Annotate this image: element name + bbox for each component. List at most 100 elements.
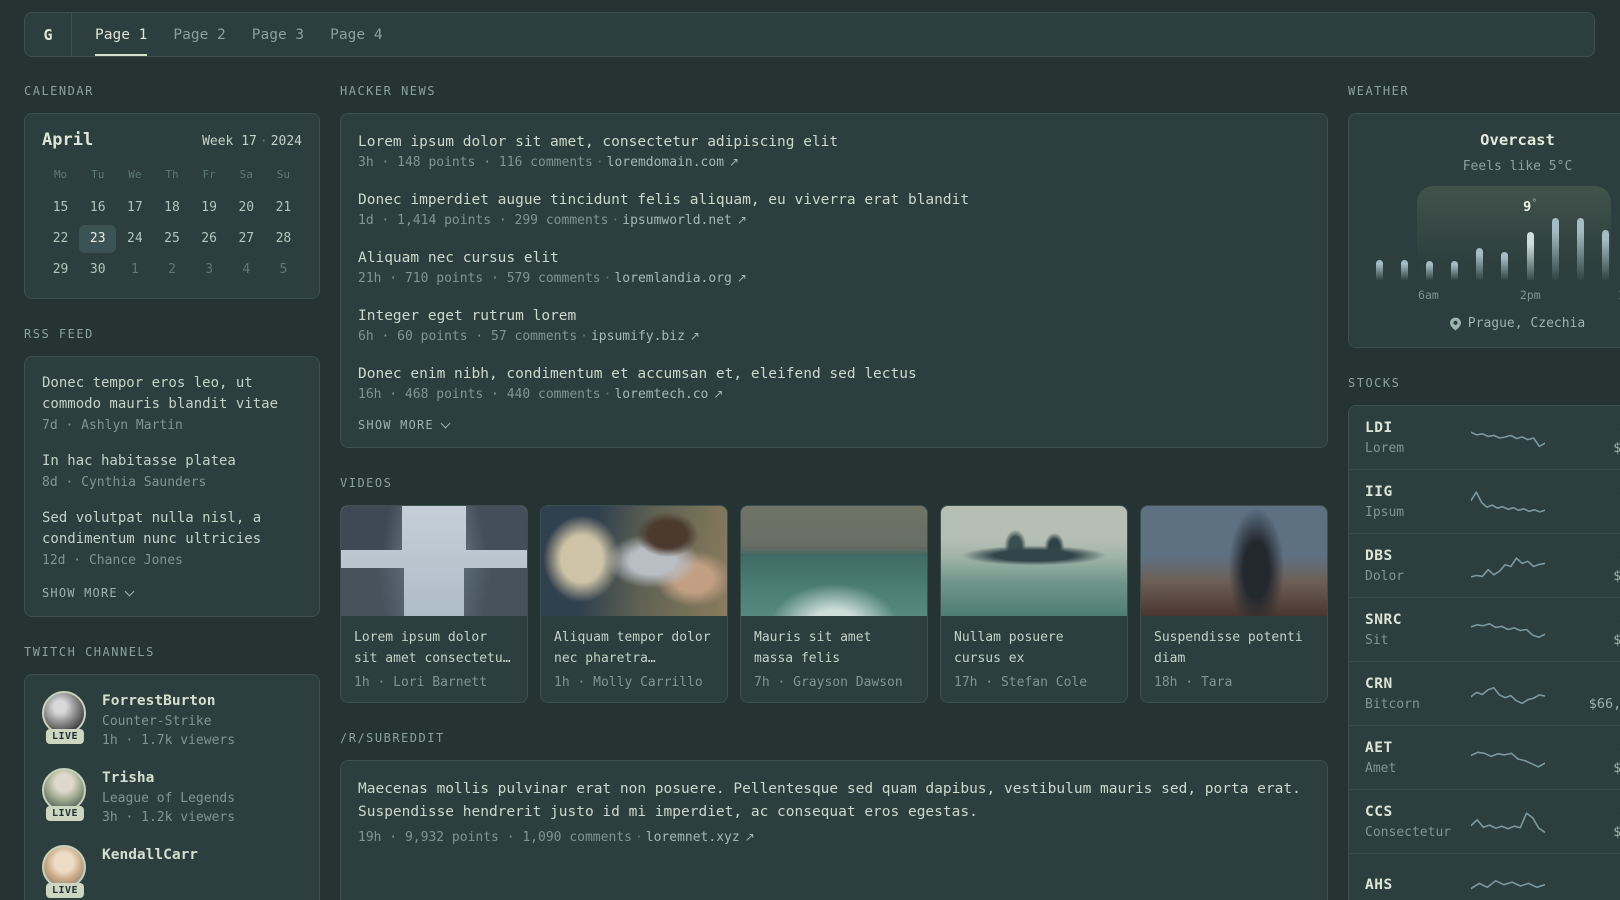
rss-item[interactable]: In hac habitasse platea 8d · Cynthia Sau… bbox=[42, 451, 302, 492]
hn-story[interactable]: Donec enim nibh, condimentum et accumsan… bbox=[358, 363, 1310, 404]
calendar-day: 1 bbox=[130, 262, 139, 277]
video-title[interactable]: Aliquam tempor dolor nec pharetra… bbox=[554, 627, 714, 669]
video-body: Aliquam tempor dolor nec pharetra… 1h · … bbox=[541, 616, 727, 702]
show-more-button[interactable]: SHOW MORE bbox=[358, 418, 1310, 432]
hn-story-domain[interactable]: ipsumify.biz bbox=[591, 329, 685, 344]
stock-row[interactable]: SNRC Sit +1.36% $148.64 bbox=[1349, 598, 1620, 662]
stock-values: +4.35% $795.18 bbox=[1613, 418, 1620, 458]
stock-id: SNRC Sit bbox=[1365, 610, 1463, 650]
show-more-label: SHOW MORE bbox=[42, 586, 118, 600]
reddit-post-meta: 19h · 9,932 points · 1,090 comments · lore… bbox=[358, 828, 1310, 847]
calendar-week: Week 17 bbox=[202, 134, 257, 149]
rss-item[interactable]: Donec tempor eros leo, ut commodo mauris… bbox=[42, 373, 302, 435]
logo[interactable]: G bbox=[25, 13, 72, 56]
weather-bar-column bbox=[1568, 218, 1593, 280]
video-card[interactable]: Mauris sit amet massa felis 7h · Grayson… bbox=[740, 505, 928, 703]
video-thumbnail[interactable] bbox=[741, 506, 927, 616]
video-title[interactable]: Lorem ipsum dolor sit amet consectetu… bbox=[354, 627, 514, 669]
hn-story-domain[interactable]: loremdomain.com bbox=[607, 155, 724, 170]
stock-row[interactable]: LDI Lorem +4.35% $795.18 bbox=[1349, 406, 1620, 470]
tab-page-4[interactable]: Page 4 bbox=[330, 13, 382, 56]
calendar-day: 21 bbox=[275, 200, 292, 215]
video-thumbnail[interactable] bbox=[541, 506, 727, 616]
hn-story-title[interactable]: Aliquam nec cursus elit bbox=[358, 247, 1310, 269]
hn-story-meta: 16h · 468 points · 440 comments · loremtec… bbox=[358, 385, 1310, 404]
stock-row[interactable]: AHS +0.46% bbox=[1349, 854, 1620, 900]
reddit-post-domain[interactable]: loremnet.xyz bbox=[646, 830, 740, 845]
dot-separator: · bbox=[603, 387, 612, 402]
twitch-channel[interactable]: LIVE KendallCarr bbox=[42, 845, 302, 898]
video-card[interactable]: Suspendisse potenti diam 18h · Tara bbox=[1140, 505, 1328, 703]
twitch-channel-game[interactable]: Counter-Strike bbox=[102, 712, 235, 731]
twitch-channel-meta: 3h · 1.2k viewers bbox=[102, 810, 236, 825]
rss-item[interactable]: Sed volutpat nulla nisl, a condimentum n… bbox=[42, 508, 302, 570]
reddit-post[interactable]: Maecenas mollis pulvinar erat non posuer… bbox=[358, 778, 1310, 847]
hn-story[interactable]: Aliquam nec cursus elit 21h · 710 points… bbox=[358, 247, 1310, 288]
tab-page-2[interactable]: Page 2 bbox=[173, 13, 225, 56]
show-more-button[interactable]: SHOW MORE bbox=[42, 586, 302, 600]
twitch-channel-name[interactable]: ForrestBurton bbox=[102, 691, 235, 712]
twitch-card: LIVE ForrestBurton Counter-Strike 1h · 1… bbox=[24, 674, 320, 900]
tab-page-3[interactable]: Page 3 bbox=[252, 13, 304, 56]
video-title[interactable]: Suspendisse potenti diam bbox=[1154, 627, 1314, 669]
reddit-post-title[interactable]: Maecenas mollis pulvinar erat non posuer… bbox=[358, 778, 1310, 824]
weather-bar-column bbox=[1543, 218, 1568, 280]
stock-row[interactable]: IIG Ipsum +2.84% $42.04 bbox=[1349, 470, 1620, 534]
twitch-channel-game[interactable]: League of Legends bbox=[102, 789, 235, 808]
calendar-day: 4 bbox=[242, 262, 251, 277]
weather-bar bbox=[1501, 252, 1509, 280]
video-body: Mauris sit amet massa felis 7h · Grayson… bbox=[741, 616, 927, 702]
twitch-avatar-wrap: LIVE bbox=[42, 768, 88, 821]
tab-page-1[interactable]: Page 1 bbox=[95, 13, 148, 56]
stock-sparkline bbox=[1471, 556, 1545, 578]
external-link-icon: ↗ bbox=[713, 387, 724, 401]
video-title[interactable]: Mauris sit amet massa felis bbox=[754, 627, 914, 669]
weather-bar-column bbox=[1417, 261, 1442, 280]
stock-row[interactable]: AET Amet +0.92% $499.72 bbox=[1349, 726, 1620, 790]
stock-change: -1.00% bbox=[1589, 674, 1620, 695]
weather-location[interactable]: Prague, Czechia bbox=[1365, 316, 1620, 331]
rss-item-meta: 7d · Ashlyn Martin bbox=[42, 418, 183, 433]
stock-price: $795.18 bbox=[1613, 439, 1620, 458]
external-link-icon: ↗ bbox=[744, 830, 755, 844]
rss-item-title[interactable]: In hac habitasse platea bbox=[42, 451, 302, 472]
video-card[interactable]: Lorem ipsum dolor sit amet consectetu… 1… bbox=[340, 505, 528, 703]
hn-story-domain[interactable]: ipsumworld.net bbox=[622, 213, 732, 228]
hn-story-domain[interactable]: loremlandia.org bbox=[614, 271, 731, 286]
twitch-channel[interactable]: LIVE Trisha League of Legends 3h · 1.2k … bbox=[42, 768, 302, 827]
dot-separator: · bbox=[611, 213, 620, 228]
video-meta: 18h · Tara bbox=[1154, 675, 1233, 690]
stock-id: CCS Consectetur bbox=[1365, 802, 1463, 842]
weather-feels-like: Feels like 5°C bbox=[1462, 159, 1573, 174]
video-thumbnail[interactable] bbox=[1141, 506, 1327, 616]
hn-story-title[interactable]: Donec enim nibh, condimentum et accumsan… bbox=[358, 363, 1310, 385]
video-card[interactable]: Aliquam tempor dolor nec pharetra… 1h · … bbox=[540, 505, 728, 703]
hn-story[interactable]: Integer eget rutrum lorem 6h · 60 points… bbox=[358, 305, 1310, 346]
hn-story-title[interactable]: Integer eget rutrum lorem bbox=[358, 305, 1310, 327]
stock-sparkline bbox=[1471, 686, 1545, 704]
twitch-channel-name[interactable]: KendallCarr bbox=[102, 845, 198, 866]
twitch-channel-name[interactable]: Trisha bbox=[102, 768, 235, 789]
top-nav: G Page 1 Page 2 Page 3 Page 4 bbox=[24, 12, 1595, 57]
hn-story[interactable]: Lorem ipsum dolor sit amet, consectetur … bbox=[358, 131, 1310, 172]
stock-row[interactable]: DBS Dolor +1.42% $156.28 bbox=[1349, 534, 1620, 598]
rss-item-title[interactable]: Sed volutpat nulla nisl, a condimentum n… bbox=[42, 508, 302, 550]
weather-condition: Overcast bbox=[1480, 131, 1555, 149]
video-title[interactable]: Nullam posuere cursus ex bbox=[954, 627, 1114, 669]
weather-bar bbox=[1601, 230, 1609, 280]
subreddit-widget: /R/SUBREDDIT Maecenas mollis pulvinar er… bbox=[340, 731, 1328, 900]
calendar-day: 18 bbox=[164, 200, 180, 215]
hn-story-title[interactable]: Donec imperdiet augue tincidunt felis al… bbox=[358, 189, 1310, 211]
rss-item-title[interactable]: Donec tempor eros leo, ut commodo mauris… bbox=[42, 373, 302, 415]
video-card[interactable]: Nullam posuere cursus ex 17h · Stefan Co… bbox=[940, 505, 1128, 703]
calendar-day: 2 bbox=[168, 262, 176, 277]
video-thumbnail[interactable] bbox=[941, 506, 1127, 616]
stock-row[interactable]: CRN Bitcorn -1.00% $66,171.48 bbox=[1349, 662, 1620, 726]
hn-story[interactable]: Donec imperdiet augue tincidunt felis al… bbox=[358, 189, 1310, 230]
twitch-channel[interactable]: LIVE ForrestBurton Counter-Strike 1h · 1… bbox=[42, 691, 302, 750]
video-thumbnail[interactable] bbox=[341, 506, 527, 616]
stock-row[interactable]: CCS Consectetur +0.51% $165.84 bbox=[1349, 790, 1620, 854]
stock-sparkline bbox=[1471, 622, 1545, 638]
hn-story-title[interactable]: Lorem ipsum dolor sit amet, consectetur … bbox=[358, 131, 1310, 153]
hn-story-domain[interactable]: loremtech.co bbox=[614, 387, 708, 402]
